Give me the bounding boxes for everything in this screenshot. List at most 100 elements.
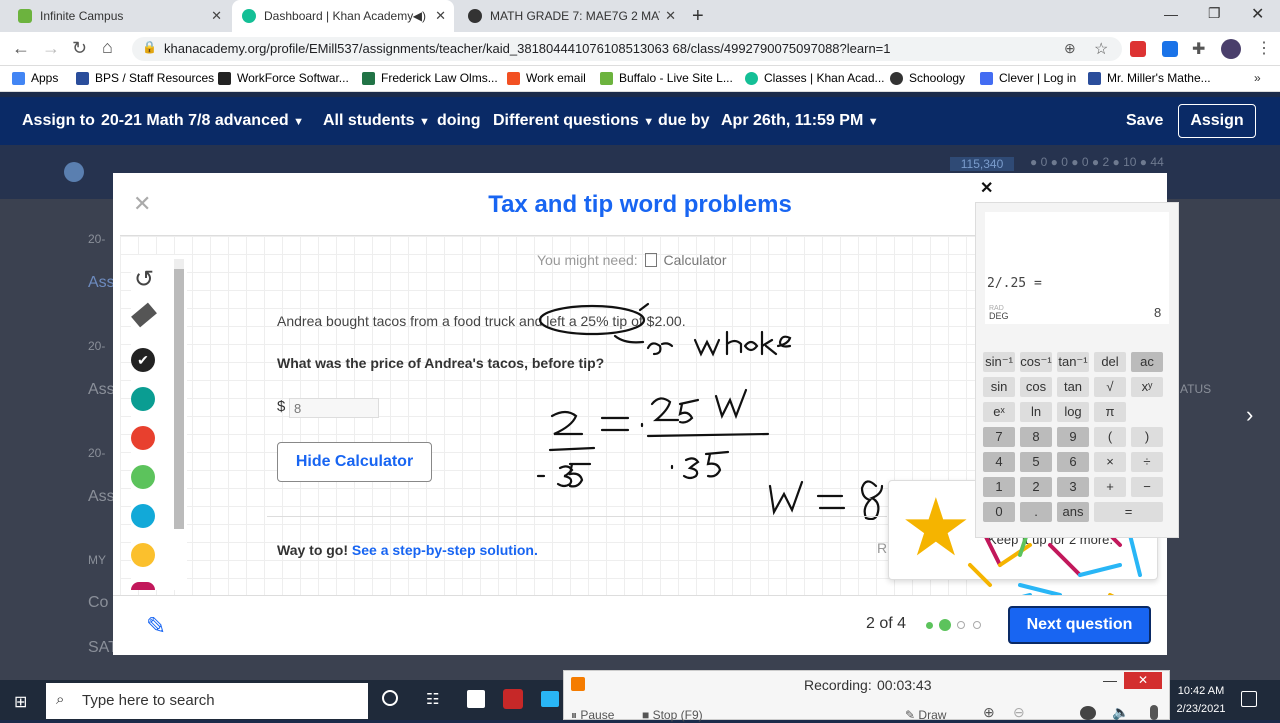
calc-key[interactable]: √ bbox=[1094, 377, 1126, 397]
eraser-icon[interactable] bbox=[131, 302, 157, 328]
tab-math-grade-7[interactable]: MATH GRADE 7: MAE7G 2 MATH ✕ bbox=[458, 0, 684, 32]
zoom-icon[interactable]: ⊕ bbox=[1064, 40, 1076, 57]
scratchpad-pencil-icon[interactable]: ✎ bbox=[146, 612, 166, 641]
close-icon[interactable]: ✕ bbox=[211, 8, 222, 24]
calc-key[interactable]: = bbox=[1094, 502, 1163, 522]
extension-icon[interactable] bbox=[1162, 41, 1178, 57]
webcam-icon[interactable] bbox=[1080, 706, 1096, 720]
url-field[interactable]: 🔒 khanacademy.org/profile/EMill537/assig… bbox=[132, 37, 1122, 61]
bookmark-frederick[interactable]: Frederick Law Olms... bbox=[362, 71, 498, 85]
save-button[interactable]: Save bbox=[1126, 112, 1163, 130]
task-view-icon[interactable]: ☷ bbox=[426, 690, 439, 708]
due-date-dropdown[interactable]: Apr 26th, 11:59 PM ▼ bbox=[721, 112, 879, 130]
avatar[interactable] bbox=[1221, 39, 1241, 59]
calc-key[interactable]: 5 bbox=[1020, 452, 1052, 472]
back-icon[interactable]: ← bbox=[12, 38, 30, 59]
assign-button[interactable]: Assign bbox=[1178, 104, 1256, 138]
hide-calculator-button[interactable]: Hide Calculator bbox=[277, 442, 432, 482]
calc-key[interactable]: cos⁻¹ bbox=[1020, 352, 1052, 372]
calc-key[interactable]: 1 bbox=[983, 477, 1015, 497]
calc-key[interactable]: cos bbox=[1020, 377, 1052, 397]
calc-key[interactable]: del bbox=[1094, 352, 1126, 372]
calc-key[interactable]: + bbox=[1094, 477, 1126, 497]
volume-icon[interactable]: 🔈 bbox=[1112, 704, 1129, 721]
step-solution-link[interactable]: See a step-by-step solution. bbox=[352, 542, 538, 558]
more-bookmarks-icon[interactable]: » bbox=[1254, 71, 1261, 85]
calc-key[interactable]: ans bbox=[1057, 502, 1089, 522]
calc-key[interactable]: 7 bbox=[983, 427, 1015, 447]
speaker-icon[interactable]: ◀) bbox=[413, 9, 426, 23]
calc-key[interactable]: 6 bbox=[1057, 452, 1089, 472]
close-icon[interactable]: ✕ bbox=[435, 8, 446, 24]
teal-pen-icon[interactable] bbox=[131, 387, 155, 411]
close-icon[interactable]: ✕ bbox=[665, 8, 676, 24]
calc-key[interactable]: 2 bbox=[1020, 477, 1052, 497]
calc-key[interactable]: ( bbox=[1094, 427, 1126, 447]
forward-icon[interactable]: → bbox=[42, 38, 60, 59]
calc-key[interactable]: eˣ bbox=[983, 402, 1015, 422]
home-icon[interactable]: ⌂ bbox=[102, 37, 113, 58]
scrollbar[interactable] bbox=[174, 259, 184, 529]
calc-key[interactable]: sin⁻¹ bbox=[983, 352, 1015, 372]
calc-key[interactable]: − bbox=[1131, 477, 1163, 497]
bookmark-mr-miller[interactable]: Mr. Miller's Mathe... bbox=[1088, 71, 1211, 85]
blue-pen-icon[interactable] bbox=[131, 504, 155, 528]
calc-key[interactable]: 3 bbox=[1057, 477, 1089, 497]
bookmark-work-email[interactable]: Work email bbox=[507, 71, 586, 85]
black-pen-icon[interactable]: ✔ bbox=[131, 348, 155, 372]
store-icon[interactable] bbox=[467, 690, 485, 708]
cortana-icon[interactable] bbox=[382, 690, 398, 706]
scrollbar-thumb[interactable] bbox=[174, 269, 184, 529]
calc-key[interactable]: tan⁻¹ bbox=[1057, 352, 1089, 372]
taskbar-search-input[interactable]: ⌕ Type here to search bbox=[46, 683, 368, 719]
calc-key[interactable]: × bbox=[1094, 452, 1126, 472]
undo-icon[interactable]: ↺ bbox=[131, 265, 157, 294]
new-tab-icon[interactable]: + bbox=[692, 5, 704, 28]
calc-key[interactable]: 9 bbox=[1057, 427, 1089, 447]
windows-start-icon[interactable]: ⊞ bbox=[14, 692, 27, 712]
recorder-close-icon[interactable]: ✕ bbox=[1124, 672, 1162, 689]
calc-key[interactable]: 8 bbox=[1020, 427, 1052, 447]
tab-infinite-campus[interactable]: Infinite Campus ✕ bbox=[8, 0, 230, 32]
students-dropdown[interactable]: All students ▼ bbox=[323, 112, 430, 130]
bookmark-apps[interactable]: Apps bbox=[12, 71, 58, 85]
questions-dropdown[interactable]: Different questions ▼ bbox=[493, 112, 654, 130]
calc-key[interactable]: π bbox=[1094, 402, 1126, 422]
window-close-icon[interactable]: ✕ bbox=[1251, 4, 1264, 24]
class-dropdown[interactable]: 20-21 Math 7/8 advanced ▼ bbox=[101, 112, 304, 130]
bookmark-bps[interactable]: BPS / Staff Resources bbox=[76, 71, 214, 85]
calculator-close-icon[interactable]: ✕ bbox=[980, 178, 993, 198]
red-pen-icon[interactable] bbox=[131, 426, 155, 450]
bookmark-buffalo[interactable]: Buffalo - Live Site L... bbox=[600, 71, 733, 85]
minimize-icon[interactable]: — bbox=[1164, 6, 1178, 22]
extension-icon[interactable] bbox=[1130, 41, 1146, 57]
pause-button[interactable]: ⏸ Pause bbox=[571, 708, 614, 723]
mail-icon[interactable] bbox=[541, 691, 559, 707]
yellow-pen-icon[interactable] bbox=[131, 543, 155, 567]
calc-key[interactable]: ÷ bbox=[1131, 452, 1163, 472]
calc-key[interactable]: . bbox=[1020, 502, 1052, 522]
zoom-out-icon[interactable]: ⊖ bbox=[1013, 704, 1025, 721]
bookmark-schoology[interactable]: Schoology bbox=[890, 71, 965, 85]
maximize-icon[interactable]: ❐ bbox=[1208, 5, 1221, 22]
bookmark-classes-khan[interactable]: Classes | Khan Acad... bbox=[745, 71, 885, 85]
tab-khan-dashboard[interactable]: Dashboard | Khan Academy ◀) ✕ bbox=[232, 0, 454, 32]
star-icon[interactable]: ☆ bbox=[1094, 39, 1108, 59]
screencast-icon[interactable] bbox=[503, 689, 523, 709]
green-pen-icon[interactable] bbox=[131, 465, 155, 489]
pink-pen-icon[interactable] bbox=[131, 582, 155, 590]
bookmark-clever[interactable]: Clever | Log in bbox=[980, 71, 1076, 85]
answer-input[interactable]: 8 bbox=[289, 398, 379, 418]
calc-key[interactable]: ac bbox=[1131, 352, 1163, 372]
microphone-icon[interactable] bbox=[1150, 705, 1158, 720]
calc-key[interactable]: log bbox=[1057, 402, 1089, 422]
chevron-right-icon[interactable]: › bbox=[1246, 402, 1253, 428]
menu-icon[interactable]: ⋮ bbox=[1256, 38, 1272, 58]
puzzle-icon[interactable]: ✚ bbox=[1192, 39, 1205, 59]
calc-key[interactable]: ln bbox=[1020, 402, 1052, 422]
zoom-in-icon[interactable]: ⊕ bbox=[983, 704, 995, 721]
calc-key[interactable]: 4 bbox=[983, 452, 1015, 472]
calc-key[interactable]: sin bbox=[983, 377, 1015, 397]
next-question-button[interactable]: Next question bbox=[1008, 606, 1151, 644]
deg-mode[interactable]: DEG bbox=[989, 312, 1009, 321]
